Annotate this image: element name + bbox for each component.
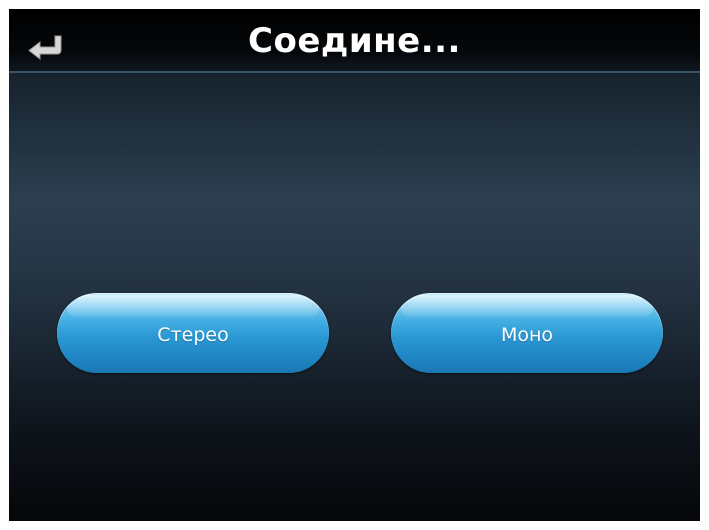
button-gloss [401, 295, 653, 317]
mono-button[interactable]: Моно [391, 293, 663, 373]
back-button[interactable] [21, 27, 69, 67]
device-screen: Соедине... Стерео Моно [9, 9, 700, 521]
stereo-button[interactable]: Стерео [57, 293, 329, 373]
title-bar: Соедине... [9, 9, 700, 73]
page-title: Соедине... [248, 21, 461, 61]
mono-button-label: Моно [500, 324, 554, 346]
stereo-button-label: Стерео [157, 324, 229, 346]
button-gloss [67, 295, 319, 317]
return-arrow-icon [26, 34, 64, 60]
